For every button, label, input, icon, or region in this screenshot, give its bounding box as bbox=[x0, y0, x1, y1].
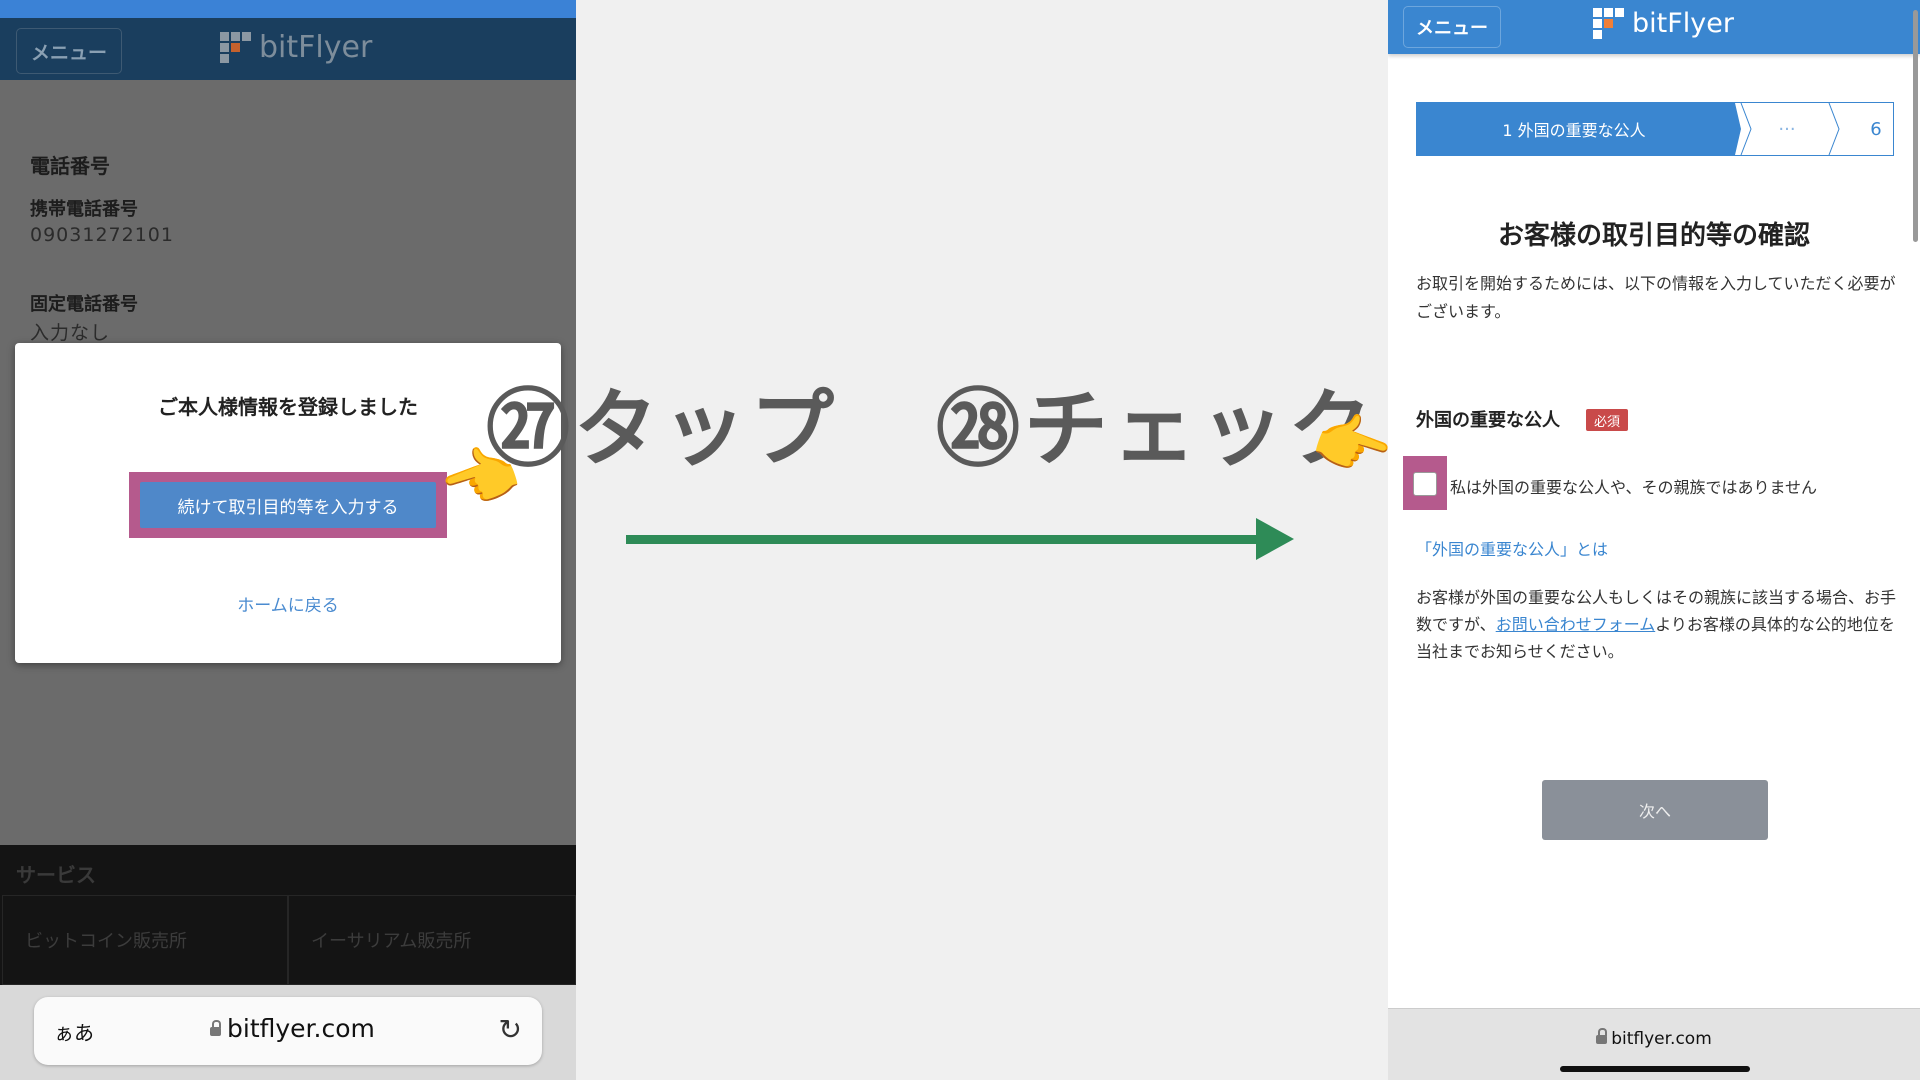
left-phone-screen: メニュー bitFlyer 電話番号 携帯電話番号 09031272101 固定… bbox=[0, 0, 576, 1080]
logo-text: bitFlyer bbox=[259, 30, 373, 65]
landline-label: 固定電話番号 bbox=[30, 294, 138, 315]
flow-arrow-head-icon bbox=[1256, 518, 1294, 560]
phone-section-title: 電話番号 bbox=[30, 154, 110, 178]
required-badge: 必須 bbox=[1586, 409, 1628, 431]
next-button[interactable]: 次へ bbox=[1542, 780, 1768, 840]
checkbox-label[interactable]: 私は外国の重要な公人や、その親族ではありません bbox=[1450, 474, 1817, 498]
home-indicator[interactable] bbox=[1560, 1066, 1750, 1072]
browser-bottom-bar: bitflyer.com bbox=[1388, 1008, 1920, 1080]
contact-form-link[interactable]: お問い合わせフォーム bbox=[1496, 615, 1656, 634]
url-display[interactable]: bitflyer.com bbox=[1388, 1027, 1920, 1049]
url-bar[interactable]: ぁあ bitflyer.com ↻ bbox=[34, 997, 542, 1065]
reload-icon[interactable]: ↻ bbox=[499, 1013, 522, 1046]
pep-note: お客様が外国の重要な公人もしくはその親族に該当する場合、お手数ですが、お問い合わ… bbox=[1416, 584, 1900, 665]
back-home-link[interactable]: ホームに戻る bbox=[15, 591, 561, 616]
url-text: bitflyer.com bbox=[1611, 1029, 1712, 1049]
page-description: お取引を開始するためには、以下の情報を入力していただく必要がございます。 bbox=[1416, 274, 1896, 321]
status-line bbox=[0, 0, 576, 18]
url-display[interactable]: bitflyer.com bbox=[210, 1014, 375, 1043]
field-label: 外国の重要な公人 bbox=[1416, 410, 1560, 431]
mobile-value: 09031272101 bbox=[30, 224, 174, 246]
service-bitcoin[interactable]: ビットコイン販売所 bbox=[2, 895, 288, 985]
services-title: サービス bbox=[16, 863, 96, 887]
bitflyer-logo-icon bbox=[220, 32, 251, 63]
browser-bottom-bar: ぁあ bitflyer.com ↻ bbox=[0, 985, 576, 1080]
not-pep-checkbox[interactable] bbox=[1413, 472, 1437, 496]
scrollbar[interactable] bbox=[1913, 10, 1918, 242]
page-title: お客様の取引目的等の確認 bbox=[1497, 221, 1810, 251]
app-header: メニュー bitFlyer bbox=[1388, 0, 1920, 54]
step-chevron-icon bbox=[1828, 103, 1840, 155]
bitflyer-logo-icon bbox=[1593, 8, 1624, 39]
url-text: bitflyer.com bbox=[227, 1014, 375, 1043]
lock-icon bbox=[210, 1020, 221, 1036]
pep-info-link[interactable]: 「外国の重要な公人」とは bbox=[1416, 536, 1608, 560]
step-current: 1 外国の重要な公人 bbox=[1417, 103, 1741, 155]
right-phone-screen: メニュー bitFlyer 1 外国の重要な公人 ··· 6 お客様の取引目的等… bbox=[1388, 0, 1920, 1080]
step-ellipsis: ··· bbox=[1778, 118, 1796, 140]
step-last: 6 bbox=[1870, 118, 1882, 140]
menu-button[interactable]: メニュー bbox=[16, 28, 122, 74]
reader-aa-button[interactable]: ぁあ bbox=[54, 1017, 94, 1046]
progress-stepper: 1 外国の重要な公人 ··· 6 bbox=[1416, 102, 1894, 156]
modal-title: ご本人様情報を登録しました bbox=[158, 395, 418, 419]
service-ethereum[interactable]: イーサリアム販売所 bbox=[288, 895, 576, 985]
logo-text: bitFlyer bbox=[1632, 8, 1734, 39]
mobile-label: 携帯電話番号 bbox=[30, 199, 138, 220]
step-27-label: ㉗タップ bbox=[486, 380, 839, 478]
lock-icon bbox=[1596, 1027, 1608, 1044]
flow-arrow-shaft bbox=[626, 535, 1262, 544]
bitflyer-logo[interactable]: bitFlyer bbox=[1593, 8, 1734, 39]
menu-button[interactable]: メニュー bbox=[1403, 6, 1501, 48]
step-chevron-icon bbox=[1740, 103, 1752, 155]
bitflyer-logo[interactable]: bitFlyer bbox=[220, 30, 372, 65]
continue-purpose-button[interactable]: 続けて取引目的等を入力する bbox=[140, 482, 436, 528]
landline-value: 入力なし bbox=[30, 322, 111, 344]
services-footer: サービス ビットコイン販売所 イーサリアム販売所 bbox=[0, 845, 576, 985]
